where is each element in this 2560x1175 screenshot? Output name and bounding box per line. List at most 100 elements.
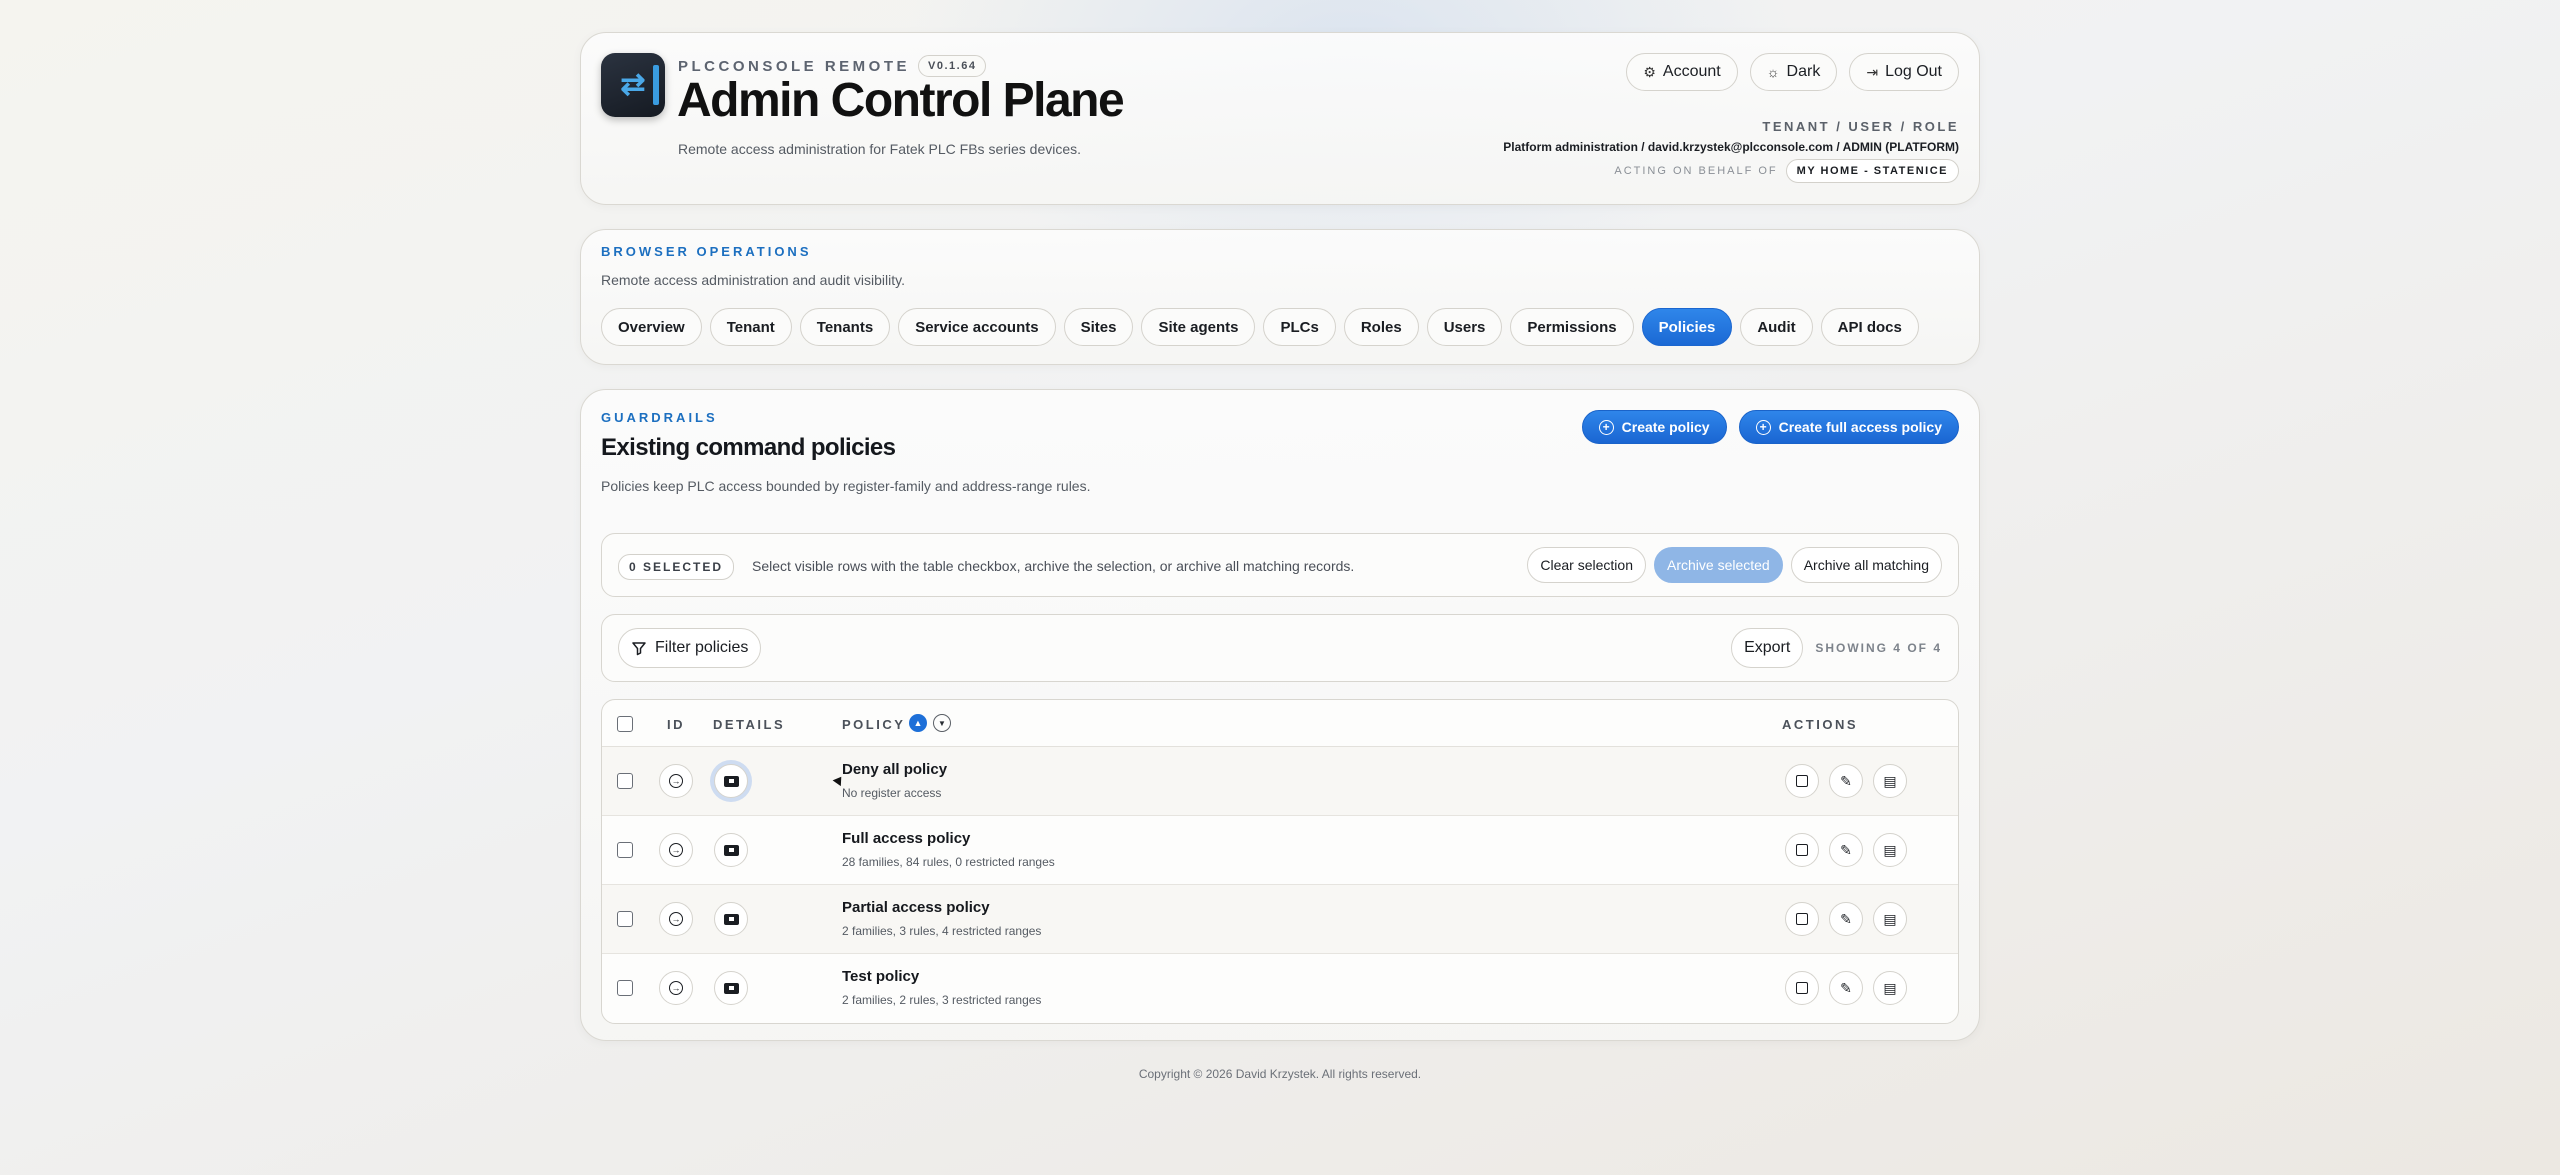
guardrails-kicker: GUARDRAILS <box>601 410 718 425</box>
account-button[interactable]: ⚙ Account <box>1626 53 1738 91</box>
sort-descending-icon[interactable]: ▼ <box>933 714 951 732</box>
row-checkbox[interactable] <box>617 911 633 927</box>
operations-description: Remote access administration and audit v… <box>601 272 905 288</box>
filter-policies-button[interactable]: Filter policies <box>618 628 762 668</box>
duplicate-button[interactable] <box>1785 971 1819 1005</box>
edit-button[interactable]: ✎ <box>1829 902 1863 936</box>
tab-tenants[interactable]: Tenants <box>799 308 891 346</box>
create-policy-button[interactable]: + Create policy <box>1581 410 1727 444</box>
tab-service-accounts[interactable]: Service accounts <box>898 308 1056 346</box>
archive-selected-button[interactable]: Archive selected <box>1654 547 1783 583</box>
details-button[interactable] <box>714 833 748 867</box>
edit-button[interactable]: ✎ <box>1829 764 1863 798</box>
tab-plcs[interactable]: PLCs <box>1263 308 1336 346</box>
column-details: DETAILS <box>713 717 786 732</box>
table-row: → Test policy 2 families, 2 rules, 3 res… <box>602 954 1958 1023</box>
page-title: Admin Control Plane <box>677 74 1125 127</box>
tab-site-agents[interactable]: Site agents <box>1141 308 1256 346</box>
duplicate-button[interactable] <box>1785 902 1819 936</box>
edit-icon: ✎ <box>1840 772 1852 789</box>
archive-icon: ▤ <box>1883 910 1897 927</box>
app-logo: ⇄ <box>601 53 665 117</box>
brand-name: PLCCONSOLE REMOTE <box>678 57 911 75</box>
edit-icon: ✎ <box>1840 841 1852 858</box>
duplicate-button[interactable] <box>1785 764 1819 798</box>
policy-name: Deny all policy <box>842 761 948 778</box>
edit-button[interactable]: ✎ <box>1829 833 1863 867</box>
edit-button[interactable]: ✎ <box>1829 971 1863 1005</box>
duplicate-button[interactable] <box>1785 833 1819 867</box>
edit-icon: ✎ <box>1840 910 1852 927</box>
app-container: ⇄ PLCCONSOLE REMOTE V0.1.64 Admin Contro… <box>580 32 1980 1041</box>
open-policy-button[interactable]: → <box>659 971 693 1005</box>
policies-table: ID DETAILS POLICY ▲ ▼ ACTIONS → Deny all… <box>601 699 1959 1024</box>
archive-button[interactable]: ▤ <box>1873 971 1907 1005</box>
tab-roles[interactable]: Roles <box>1343 308 1419 346</box>
operations-panel: BROWSER OPERATIONS Remote access adminis… <box>580 229 1980 365</box>
filter-icon <box>632 642 646 656</box>
archive-all-matching-button[interactable]: Archive all matching <box>1790 547 1942 583</box>
edit-icon: ✎ <box>1840 979 1852 996</box>
details-button[interactable] <box>714 971 748 1005</box>
behalf-tenant-badge[interactable]: MY HOME - STATENICE <box>1785 159 1959 183</box>
details-panel-icon <box>723 775 739 787</box>
nav-tabs: Overview Tenant Tenants Service accounts… <box>601 308 1919 346</box>
export-button[interactable]: Export <box>1731 628 1804 668</box>
column-actions: ACTIONS <box>1782 717 1858 732</box>
table-body: → Deny all policy No register access ✎ ▤… <box>602 747 1958 1023</box>
archive-icon: ▤ <box>1883 772 1897 789</box>
open-policy-button[interactable]: → <box>659 902 693 936</box>
tab-audit[interactable]: Audit <box>1740 308 1813 346</box>
clear-selection-button[interactable]: Clear selection <box>1527 547 1646 583</box>
details-panel-icon <box>723 913 739 925</box>
policy-summary: 2 families, 3 rules, 4 restricted ranges <box>842 924 1042 938</box>
behalf-label: ACTING ON BEHALF OF <box>1614 165 1778 177</box>
showing-count: SHOWING 4 OF 4 <box>1815 641 1942 655</box>
open-policy-button[interactable]: → <box>659 833 693 867</box>
open-policy-button[interactable]: → <box>659 764 693 798</box>
tab-policies[interactable]: Policies <box>1641 308 1733 346</box>
table-row: → Partial access policy 2 families, 3 ru… <box>602 885 1958 954</box>
plus-circle-icon: + <box>1598 419 1614 435</box>
tab-tenant[interactable]: Tenant <box>709 308 792 346</box>
policy-summary: 28 families, 84 rules, 0 restricted rang… <box>842 855 1055 869</box>
arrow-right-circle-icon: → <box>669 843 683 857</box>
policy-summary: 2 families, 2 rules, 3 restricted ranges <box>842 993 1042 1007</box>
row-checkbox[interactable] <box>617 842 633 858</box>
page-subtitle: Remote access administration for Fatek P… <box>678 141 1082 157</box>
tab-users[interactable]: Users <box>1426 308 1503 346</box>
copy-icon <box>1796 982 1808 994</box>
row-checkbox[interactable] <box>617 980 633 996</box>
logout-button[interactable]: ⇥ Log Out <box>1849 53 1959 91</box>
tab-permissions[interactable]: Permissions <box>1510 308 1634 346</box>
gear-icon: ⚙ <box>1643 63 1656 80</box>
selection-bar: 0 SELECTED Select visible rows with the … <box>601 533 1959 597</box>
details-button[interactable] <box>714 764 846 798</box>
archive-icon: ▤ <box>1883 979 1897 996</box>
column-id: ID <box>667 717 685 732</box>
filter-bar: Filter policies Export SHOWING 4 OF 4 <box>601 614 1959 682</box>
sort-ascending-icon[interactable]: ▲ <box>909 714 927 732</box>
copy-icon <box>1796 913 1808 925</box>
create-full-access-policy-button[interactable]: + Create full access policy <box>1738 410 1959 444</box>
details-button[interactable] <box>714 902 748 936</box>
select-all-checkbox[interactable] <box>617 716 633 732</box>
theme-toggle-button[interactable]: ☼ Dark <box>1749 53 1838 91</box>
tab-sites[interactable]: Sites <box>1063 308 1134 346</box>
plus-circle-icon: + <box>1755 419 1771 435</box>
column-policy[interactable]: POLICY <box>842 717 905 732</box>
archive-button[interactable]: ▤ <box>1873 902 1907 936</box>
archive-button[interactable]: ▤ <box>1873 833 1907 867</box>
row-checkbox[interactable] <box>617 773 633 789</box>
arrow-right-circle-icon: → <box>669 981 683 995</box>
sun-icon: ☼ <box>1766 64 1780 80</box>
selection-help-text: Select visible rows with the table check… <box>752 558 1355 574</box>
copy-icon <box>1796 775 1808 787</box>
archive-button[interactable]: ▤ <box>1873 764 1907 798</box>
policy-summary: No register access <box>842 786 942 800</box>
tab-api-docs[interactable]: API docs <box>1820 308 1919 346</box>
context-label: TENANT / USER / ROLE <box>1762 119 1959 134</box>
tab-overview[interactable]: Overview <box>601 308 702 346</box>
policy-name: Partial access policy <box>842 899 990 916</box>
copy-icon <box>1796 844 1808 856</box>
